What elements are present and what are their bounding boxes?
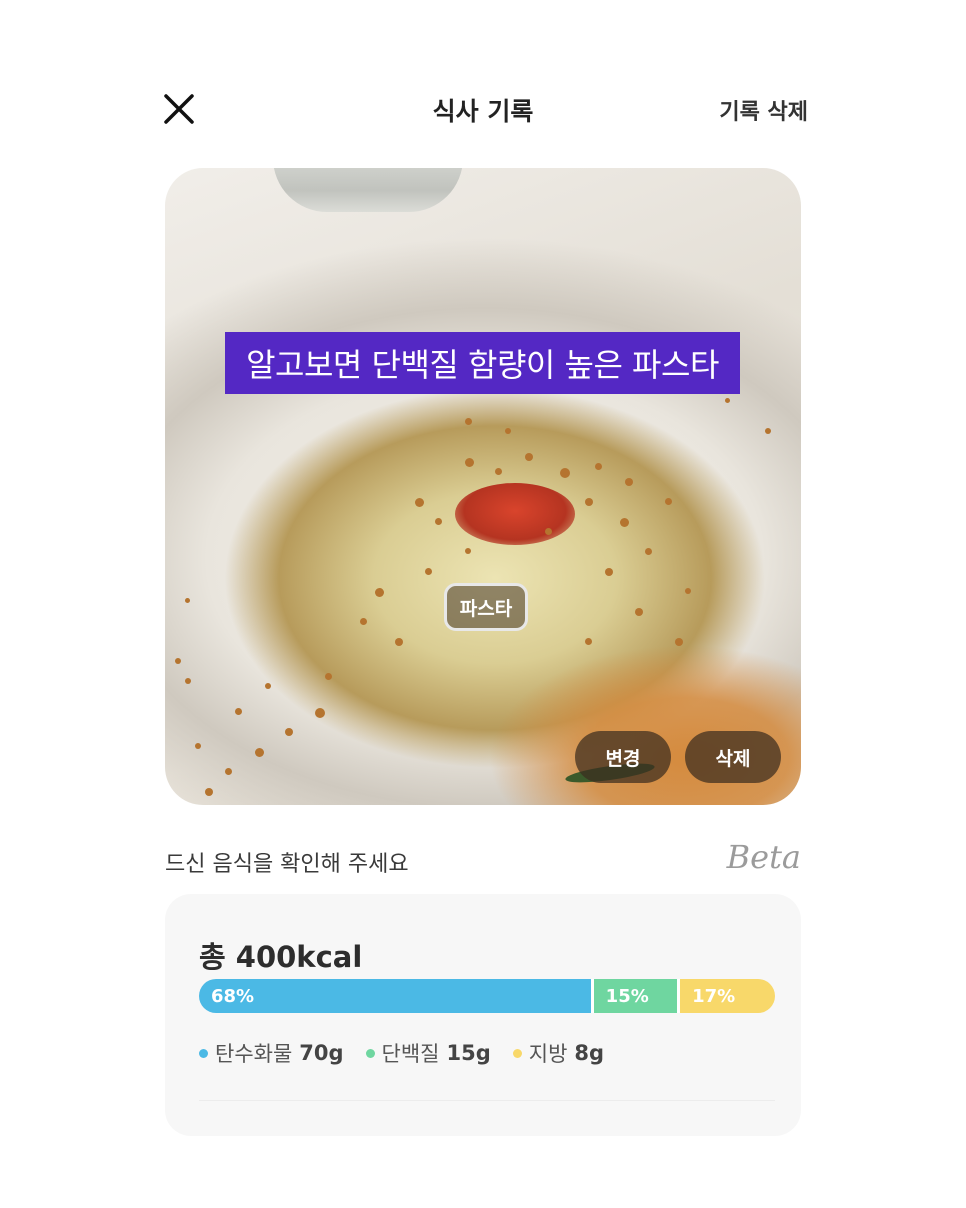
crumb-shape xyxy=(255,748,264,757)
crumb-shape xyxy=(585,638,592,645)
crumb-shape xyxy=(665,498,672,505)
crumb-shape xyxy=(325,673,332,680)
macro-legend: 탄수화물 70g 단백질 15g 지방 8g xyxy=(199,1038,626,1068)
crumb-shape xyxy=(415,498,424,507)
crumb-shape xyxy=(360,618,367,625)
crumb-shape xyxy=(465,418,472,425)
carb-segment: 68% xyxy=(199,979,591,1013)
legend-label: 탄수화물 xyxy=(215,1042,293,1066)
crumb-shape xyxy=(545,528,552,535)
legend-label: 단백질 xyxy=(381,1042,440,1066)
crumb-shape xyxy=(635,608,643,616)
crumb-shape xyxy=(675,638,683,646)
crumb-shape xyxy=(495,468,502,475)
carb-dot-icon xyxy=(199,1048,208,1058)
legend-value: 15g xyxy=(446,1041,491,1065)
legend-item-protein: 단백질 15g xyxy=(365,1038,491,1068)
crumb-shape xyxy=(265,683,271,689)
crumb-shape xyxy=(185,678,191,684)
crumb-shape xyxy=(595,463,602,470)
fat-dot-icon xyxy=(512,1048,522,1058)
crumb-shape xyxy=(625,478,633,486)
legend-item-carb: 탄수화물 70g xyxy=(199,1038,344,1068)
crumb-shape xyxy=(725,398,730,403)
photo-headline: 알고보면 단백질 함량이 높은 파스타 xyxy=(225,332,740,394)
divider xyxy=(199,1100,775,1101)
protein-segment: 15% xyxy=(590,979,678,1013)
crumb-shape xyxy=(645,548,652,555)
glass-shape xyxy=(273,168,463,212)
crumb-shape xyxy=(585,498,593,506)
header: 식사 기록 기록 삭제 xyxy=(0,80,966,140)
crumb-shape xyxy=(195,743,201,749)
crumb-shape xyxy=(285,728,293,736)
food-photo: 알고보면 단백질 함량이 높은 파스타 파스타 변경 삭제 xyxy=(165,168,801,805)
page-title: 식사 기록 xyxy=(432,97,534,126)
legend-value: 8g xyxy=(574,1041,605,1065)
crumb-shape xyxy=(375,588,384,597)
macro-ratio-bar: 68% 15% 17% xyxy=(199,979,775,1013)
crumb-shape xyxy=(235,708,242,715)
crumb-shape xyxy=(435,518,442,525)
nutrition-card: 총 400kcal 68% 15% 17% 탄수화물 70g 단백질 15g 지… xyxy=(165,894,801,1136)
crumb-shape xyxy=(525,453,533,461)
food-tag-button[interactable]: 파스타 xyxy=(444,583,528,631)
change-photo-button[interactable]: 변경 xyxy=(575,731,671,783)
crumb-shape xyxy=(605,568,613,576)
tomato-shape xyxy=(455,483,575,545)
crumb-shape xyxy=(765,428,771,434)
crumb-shape xyxy=(205,788,213,796)
crumb-shape xyxy=(505,428,511,434)
crumb-shape xyxy=(175,658,181,664)
crumb-shape xyxy=(620,518,629,527)
crumb-shape xyxy=(465,548,471,554)
legend-value: 70g xyxy=(299,1041,344,1065)
legend-item-fat: 지방 8g xyxy=(512,1038,605,1068)
crumb-shape xyxy=(395,638,403,646)
crumb-shape xyxy=(685,588,691,594)
crumb-shape xyxy=(560,468,570,478)
delete-photo-button[interactable]: 삭제 xyxy=(685,731,781,783)
beta-badge: Beta xyxy=(726,838,801,876)
legend-label: 지방 xyxy=(528,1042,568,1066)
crumb-shape xyxy=(465,458,474,467)
delete-record-button[interactable]: 기록 삭제 xyxy=(719,94,808,126)
crumb-shape xyxy=(425,568,432,575)
crumb-shape xyxy=(225,768,232,775)
crumb-shape xyxy=(315,708,325,718)
fat-segment: 17% xyxy=(677,979,775,1013)
crumb-shape xyxy=(185,598,190,603)
protein-dot-icon xyxy=(365,1048,375,1058)
total-calories: 총 400kcal xyxy=(199,940,363,974)
confirm-food-text: 드신 음식을 확인해 주세요 xyxy=(165,852,409,877)
